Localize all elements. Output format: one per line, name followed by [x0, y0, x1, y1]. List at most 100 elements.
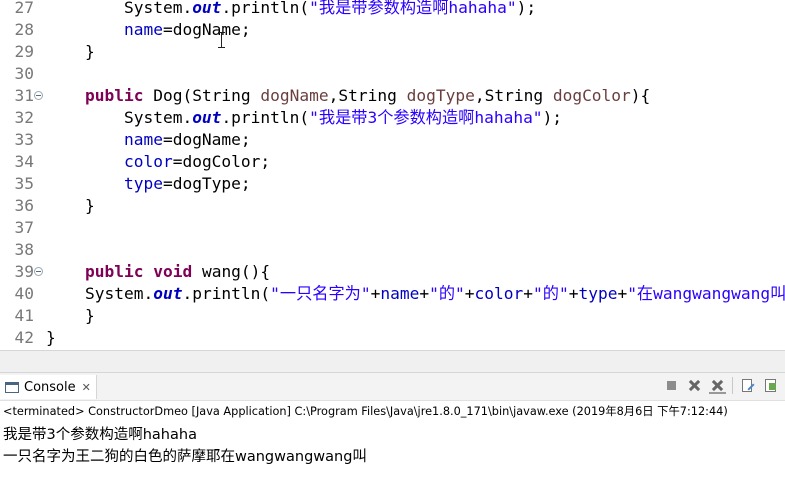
- code-token: name: [123, 20, 163, 39]
- code-token: .println(: [221, 108, 310, 127]
- code-token: System.: [46, 0, 193, 17]
- code-token: dogName: [260, 86, 329, 105]
- console-toolbar: [663, 377, 779, 394]
- code-token: }: [46, 196, 95, 215]
- code-token: .println(: [182, 284, 271, 303]
- code-line[interactable]: 42}: [0, 327, 785, 349]
- editor-console-divider[interactable]: [0, 350, 785, 372]
- code-editor[interactable]: 27 System.out.println("我是带参数构造啊hahaha");…: [0, 0, 785, 350]
- code-token: +: [419, 284, 430, 303]
- code-text: }: [46, 305, 95, 327]
- code-line[interactable]: 36 }: [0, 195, 785, 217]
- code-line[interactable]: 31 public Dog(String dogName,String dogT…: [0, 85, 785, 107]
- code-token: "的": [429, 284, 465, 303]
- code-token: System.: [46, 284, 154, 303]
- code-token: public: [84, 86, 144, 105]
- code-text: System.out.println("我是带3个参数构造啊hahaha");: [46, 107, 562, 129]
- code-token: Dog(String: [143, 86, 261, 105]
- code-token: );: [542, 108, 563, 127]
- code-token: +: [617, 284, 628, 303]
- code-line[interactable]: 38: [0, 239, 785, 261]
- code-token: "我是带参数构造啊hahaha": [309, 0, 517, 17]
- code-token: color: [474, 284, 524, 303]
- code-text: }: [46, 195, 95, 217]
- code-line[interactable]: 32 System.out.println("我是带3个参数构造啊hahaha"…: [0, 107, 785, 129]
- terminate-icon[interactable]: [663, 377, 680, 394]
- code-token: +: [464, 284, 475, 303]
- launch-info: <terminated> ConstructorDmeo [Java Appli…: [3, 405, 728, 418]
- code-token: =dogName;: [162, 130, 251, 149]
- code-token: +: [568, 284, 579, 303]
- clear-console-icon[interactable]: [739, 377, 756, 394]
- code-token: }: [46, 42, 95, 61]
- fold-collapse-icon[interactable]: [34, 91, 43, 100]
- line-number: 30: [14, 64, 35, 83]
- code-token: .println(: [221, 0, 310, 17]
- code-token: name: [380, 284, 420, 303]
- code-token: =dogName;: [162, 20, 251, 39]
- code-token: );: [516, 0, 537, 17]
- code-token: =dogColor;: [172, 152, 271, 171]
- remove-all-terminated-icon[interactable]: [709, 377, 726, 394]
- code-token: name: [123, 130, 163, 149]
- remove-launch-icon[interactable]: [686, 377, 703, 394]
- line-number: 35: [14, 174, 35, 193]
- code-token: =dogType;: [162, 174, 251, 193]
- code-line[interactable]: 41 }: [0, 305, 785, 327]
- console-output-line: 一只名字为王二狗的白色的萨摩耶在wangwangwang叫: [3, 449, 367, 465]
- line-number: 41: [14, 306, 35, 325]
- code-text: }: [46, 41, 95, 63]
- line-number: 34: [14, 152, 35, 171]
- code-line[interactable]: 27 System.out.println("我是带参数构造啊hahaha");: [0, 0, 785, 19]
- line-number: 28: [14, 20, 35, 39]
- code-token: void: [153, 262, 193, 281]
- code-token: "一只名字为": [270, 284, 371, 303]
- code-line[interactable]: 29 }: [0, 41, 785, 63]
- code-token: +: [370, 284, 381, 303]
- code-token: System.: [46, 108, 193, 127]
- tab-console[interactable]: Console ✕: [0, 375, 97, 399]
- toolbar-separator: [732, 377, 733, 394]
- code-line[interactable]: 39 public void wang(){: [0, 261, 785, 283]
- line-number: 40: [14, 284, 35, 303]
- code-token: public: [84, 262, 144, 281]
- text-cursor-icon: [218, 32, 225, 48]
- code-text: public void wang(){: [46, 261, 270, 283]
- code-line[interactable]: 37: [0, 217, 785, 239]
- code-line[interactable]: 35 type=dogType;: [0, 173, 785, 195]
- code-token: dogType: [406, 86, 475, 105]
- console-icon: [5, 381, 19, 393]
- code-token: +: [523, 284, 534, 303]
- code-token: "的": [533, 284, 569, 303]
- code-line[interactable]: 33 name=dogName;: [0, 129, 785, 151]
- console-tab-label: Console: [24, 379, 76, 395]
- code-text: name=dogName;: [46, 129, 251, 151]
- console-view-header: Console ✕: [0, 372, 785, 400]
- fold-collapse-icon[interactable]: [34, 267, 43, 276]
- close-icon[interactable]: ✕: [82, 381, 91, 394]
- code-token: }: [46, 328, 56, 347]
- console-output-area[interactable]: <terminated> ConstructorDmeo [Java Appli…: [0, 400, 785, 489]
- pin-console-icon[interactable]: [762, 377, 779, 394]
- code-line[interactable]: 28 name=dogName;: [0, 19, 785, 41]
- code-line[interactable]: 40 System.out.println("一只名字为"+name+"的"+c…: [0, 283, 785, 305]
- code-token: type: [123, 174, 163, 193]
- code-line[interactable]: 34 color=dogColor;: [0, 151, 785, 173]
- code-token: out: [192, 108, 222, 127]
- code-token: type: [578, 284, 618, 303]
- code-line[interactable]: 30: [0, 63, 785, 85]
- line-number: 33: [14, 130, 35, 149]
- code-token: ){: [630, 86, 651, 105]
- line-number: 32: [14, 108, 35, 127]
- line-number: 36: [14, 196, 35, 215]
- line-number: 37: [14, 218, 35, 237]
- code-text: color=dogColor;: [46, 151, 270, 173]
- line-number: 27: [14, 0, 35, 17]
- console-output-line: 我是带3个参数构造啊hahaha: [3, 427, 197, 443]
- code-token: "在wangwangwang叫: [627, 284, 785, 303]
